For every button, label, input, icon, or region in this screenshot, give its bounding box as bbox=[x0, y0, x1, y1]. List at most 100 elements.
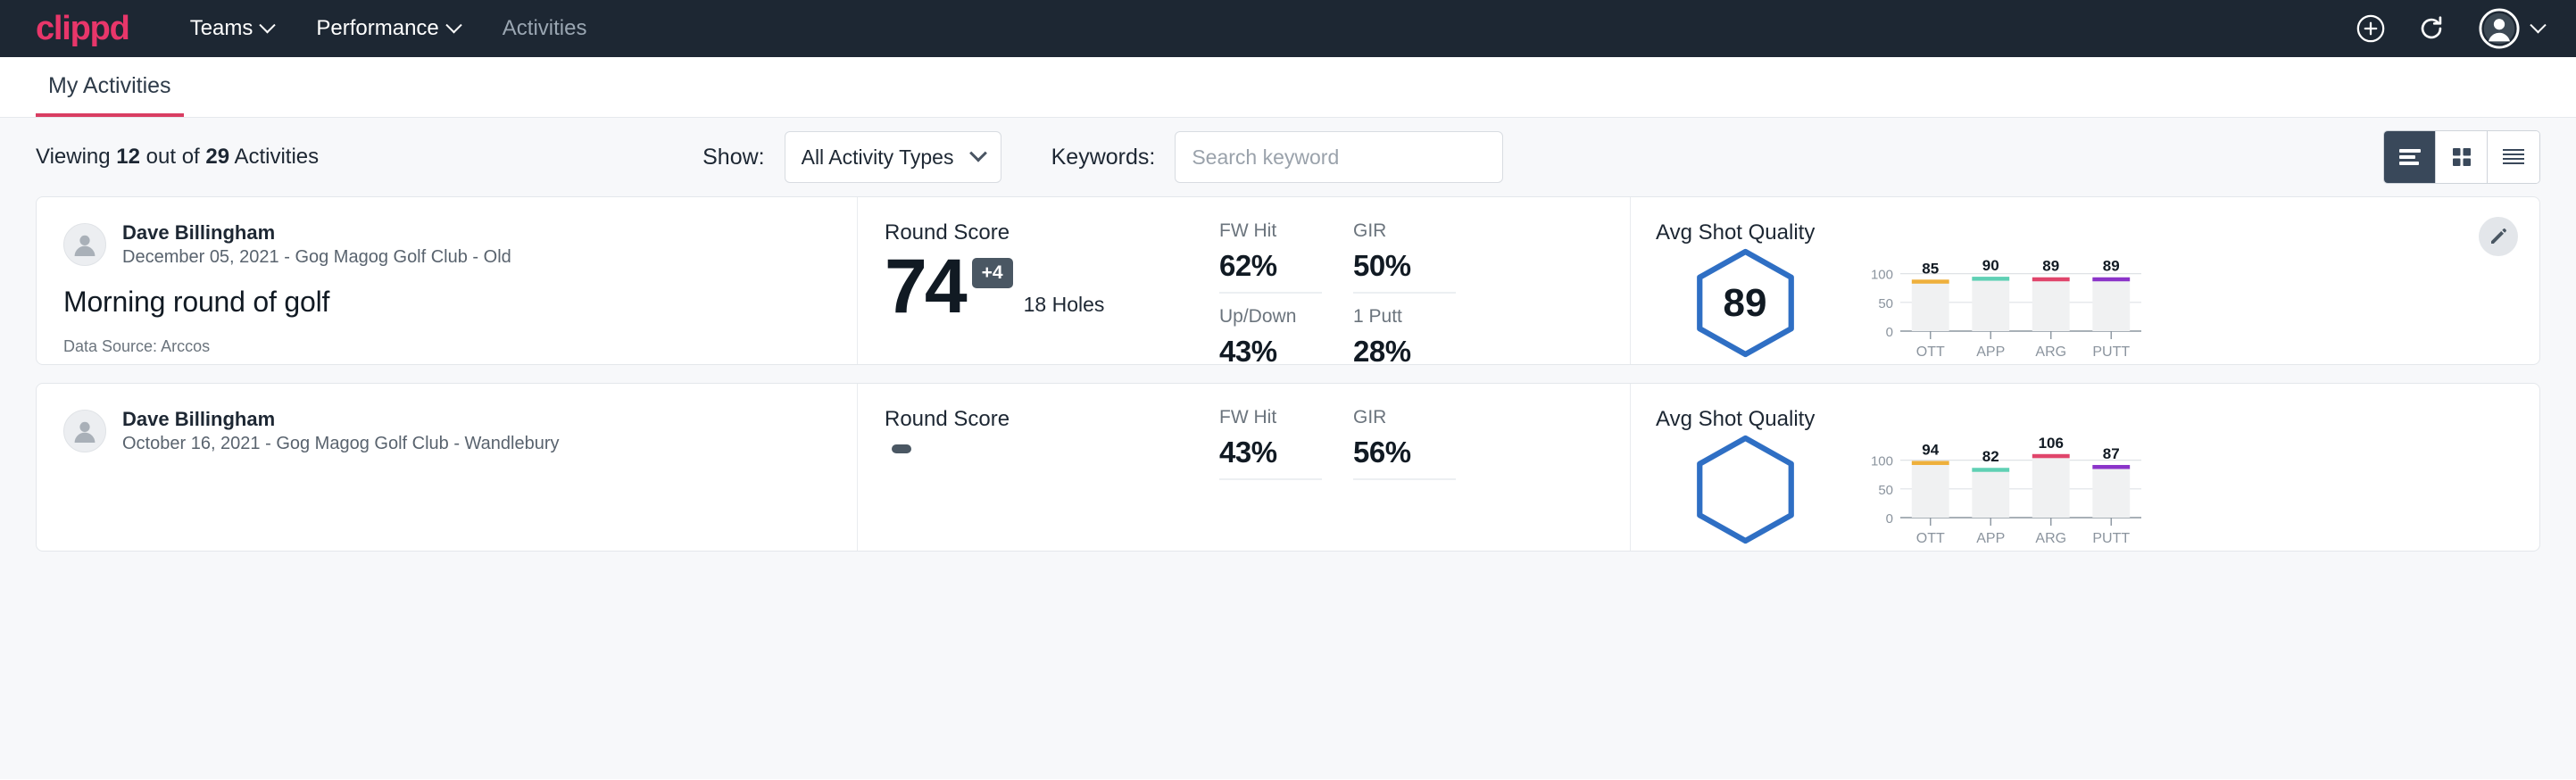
compact-view-button[interactable] bbox=[2488, 131, 2539, 183]
svg-text:APP: APP bbox=[1976, 531, 2005, 546]
nav-item-teams-label: Teams bbox=[190, 16, 253, 41]
activity-card[interactable]: Dave Billingham October 16, 2021 - Gog M… bbox=[36, 383, 2540, 552]
tab-bar: My Activities bbox=[0, 57, 2576, 118]
round-stats-grid: FW Hit 43% GIR 56% bbox=[1219, 384, 1630, 551]
plus-circle-icon bbox=[2356, 13, 2386, 44]
stat-fw-hit: FW Hit 62% bbox=[1219, 220, 1322, 294]
refresh-button[interactable] bbox=[2416, 13, 2447, 44]
svg-text:OTT: OTT bbox=[1916, 531, 1945, 546]
svg-text:100: 100 bbox=[1871, 268, 1893, 283]
bar-chart-svg: 10050094OTT82APP106ARG87PUTT bbox=[1861, 434, 2147, 550]
svg-text:PUTT: PUTT bbox=[2092, 531, 2130, 546]
account-menu[interactable] bbox=[2479, 8, 2544, 49]
player-name: Dave Billingham bbox=[122, 220, 511, 245]
shot-quality-bar-chart: 10050085OTT90APP89ARG89PUTT bbox=[1861, 247, 2147, 368]
account-avatar-icon bbox=[2479, 8, 2520, 49]
svg-text:APP: APP bbox=[1976, 344, 2005, 360]
nav-item-activities[interactable]: Activities bbox=[503, 16, 587, 41]
nav-item-performance-label: Performance bbox=[316, 16, 438, 41]
stat-fw-hit: FW Hit 43% bbox=[1219, 407, 1322, 480]
compact-view-icon bbox=[2502, 147, 2525, 167]
list-view-button[interactable] bbox=[2384, 131, 2436, 183]
svg-text:106: 106 bbox=[2039, 435, 2064, 452]
stat-label: FW Hit bbox=[1219, 407, 1322, 428]
holes-played: 18 Holes bbox=[1024, 293, 1105, 324]
stat-value: 56% bbox=[1353, 436, 1456, 469]
activity-card[interactable]: Dave Billingham December 05, 2021 - Gog … bbox=[36, 196, 2540, 365]
svg-text:87: 87 bbox=[2103, 445, 2120, 462]
quality-score-value: 89 bbox=[1690, 281, 1801, 326]
round-score-value: 74 bbox=[885, 249, 965, 324]
svg-text:0: 0 bbox=[1886, 511, 1893, 527]
top-navigation-bar: clippd Teams Performance Activities bbox=[0, 0, 2576, 57]
tab-my-activities-label: My Activities bbox=[48, 73, 171, 98]
player-info: Dave Billingham October 16, 2021 - Gog M… bbox=[122, 407, 560, 456]
nav-item-performance[interactable]: Performance bbox=[316, 16, 459, 41]
avg-shot-quality-body: 89 10050085OTT90APP89ARG89PUTT bbox=[1656, 247, 2539, 368]
grid-view-icon bbox=[2451, 146, 2472, 168]
avg-shot-quality-label: Avg Shot Quality bbox=[1656, 407, 2539, 432]
round-score-block: Round Score 74 +4 18 Holes bbox=[858, 197, 1219, 364]
viewing-count: 12 bbox=[116, 145, 140, 169]
search-input[interactable] bbox=[1175, 131, 1503, 183]
svg-text:100: 100 bbox=[1871, 454, 1893, 469]
nav-item-activities-label: Activities bbox=[503, 16, 587, 41]
activity-summary: Dave Billingham October 16, 2021 - Gog M… bbox=[37, 384, 858, 551]
stat-value: 43% bbox=[1219, 436, 1322, 469]
activity-type-select[interactable]: All Activity Types bbox=[785, 131, 1001, 183]
chevron-down-icon bbox=[2530, 17, 2546, 33]
nav-item-teams[interactable]: Teams bbox=[190, 16, 274, 41]
quality-hexagon-wrap bbox=[1656, 434, 1834, 545]
player-row: Dave Billingham October 16, 2021 - Gog M… bbox=[63, 407, 830, 456]
grid-view-button[interactable] bbox=[2436, 131, 2488, 183]
stat-label: FW Hit bbox=[1219, 220, 1322, 242]
round-score-block: Round Score bbox=[858, 384, 1219, 551]
stat-gir: GIR 56% bbox=[1353, 407, 1456, 480]
person-icon bbox=[70, 416, 100, 446]
avg-shot-quality-block: Avg Shot Quality 10050094OTT82APP106ARG8… bbox=[1630, 384, 2539, 551]
viewing-suffix: Activities bbox=[234, 145, 319, 169]
viewing-middle: out of bbox=[146, 145, 200, 169]
svg-text:85: 85 bbox=[1922, 260, 1939, 277]
score-to-par-badge bbox=[892, 444, 911, 453]
stat-value: 50% bbox=[1353, 249, 1456, 283]
person-icon bbox=[70, 229, 100, 260]
viewing-count-text: Viewing 12 out of 29 Activities bbox=[36, 145, 319, 170]
svg-text:PUTT: PUTT bbox=[2092, 344, 2130, 360]
chevron-down-icon bbox=[969, 145, 987, 162]
round-stats-grid: FW Hit 62% GIR 50% Up/Down 43% 1 Putt 28… bbox=[1219, 197, 1630, 364]
stat-up-down: Up/Down 43% bbox=[1219, 306, 1322, 369]
round-score-row: 74 +4 18 Holes bbox=[885, 249, 1219, 324]
edit-activity-button[interactable] bbox=[2479, 217, 2518, 256]
data-source: Data Source: Arccos bbox=[63, 337, 830, 356]
stat-label: 1 Putt bbox=[1353, 306, 1456, 328]
viewing-total: 29 bbox=[205, 145, 229, 169]
stat-label: GIR bbox=[1353, 407, 1456, 428]
activity-meta: October 16, 2021 - Gog Magog Golf Club -… bbox=[122, 432, 560, 456]
svg-text:89: 89 bbox=[2103, 258, 2120, 275]
add-button[interactable] bbox=[2356, 13, 2386, 44]
avatar bbox=[63, 410, 106, 452]
view-mode-toggle-group bbox=[2383, 130, 2540, 184]
svg-text:50: 50 bbox=[1878, 483, 1893, 498]
stat-value: 28% bbox=[1353, 335, 1456, 369]
pencil-icon bbox=[2488, 226, 2509, 247]
activity-title: Morning round of golf bbox=[63, 286, 830, 319]
list-view-icon bbox=[2398, 147, 2422, 167]
svg-text:ARG: ARG bbox=[2035, 344, 2066, 360]
chevron-down-icon bbox=[445, 17, 461, 33]
svg-text:89: 89 bbox=[2042, 258, 2059, 275]
svg-text:OTT: OTT bbox=[1916, 344, 1945, 360]
hexagon-icon bbox=[1690, 434, 1801, 545]
page-content: Viewing 12 out of 29 Activities Show: Al… bbox=[0, 118, 2576, 779]
stat-label: GIR bbox=[1353, 220, 1456, 242]
stat-gir: GIR 50% bbox=[1353, 220, 1456, 294]
tab-my-activities[interactable]: My Activities bbox=[36, 73, 184, 117]
svg-text:94: 94 bbox=[1922, 442, 1939, 459]
activity-meta: December 05, 2021 - Gog Magog Golf Club … bbox=[122, 245, 511, 270]
quality-hexagon-wrap: 89 bbox=[1656, 247, 1834, 359]
clippd-logo[interactable]: clippd bbox=[36, 12, 129, 46]
svg-text:50: 50 bbox=[1878, 296, 1893, 311]
stat-value: 62% bbox=[1219, 249, 1322, 283]
viewing-prefix: Viewing bbox=[36, 145, 111, 169]
